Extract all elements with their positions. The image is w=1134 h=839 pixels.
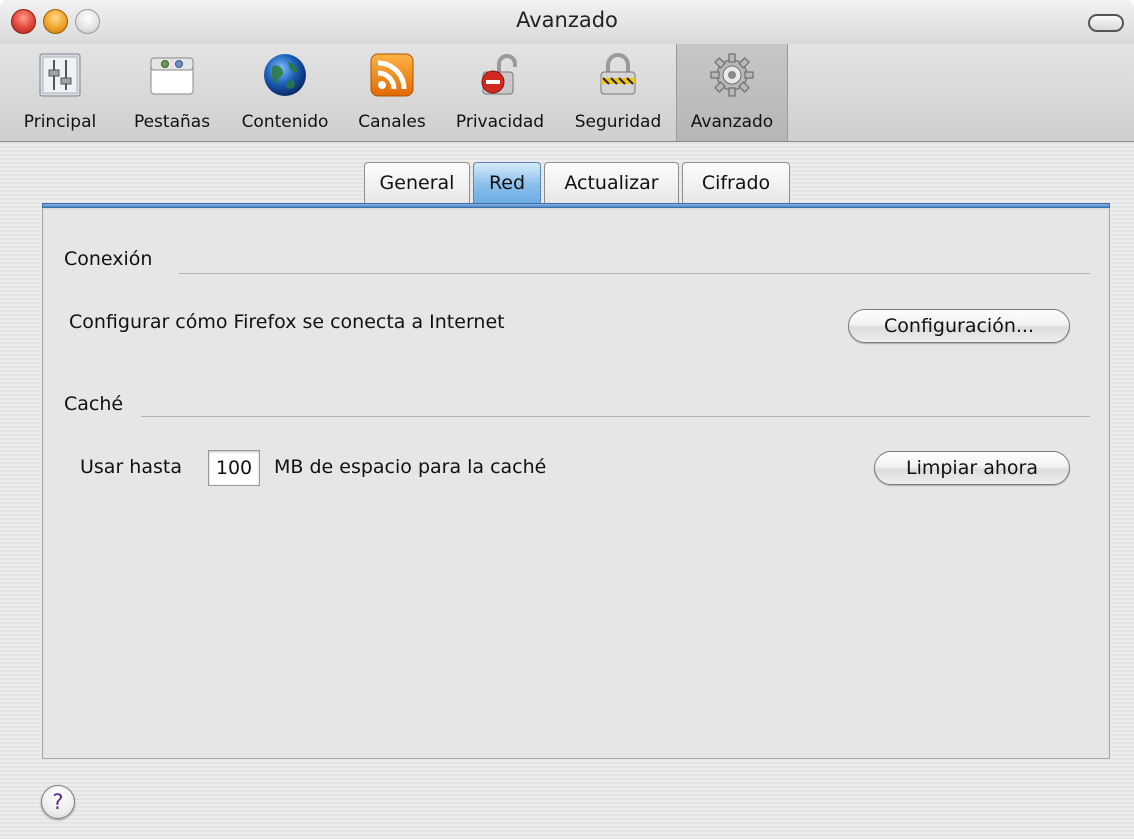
connection-description: Configurar cómo Firefox se conecta a Int… — [69, 311, 505, 333]
section-divider — [179, 273, 1090, 274]
globe-icon — [264, 54, 306, 96]
preferences-window: Avanzado Principal Pestañas Contenido Ca… — [0, 0, 1134, 839]
rss-feed-icon — [370, 53, 414, 97]
cache-size-input[interactable]: 100 — [208, 450, 260, 486]
locked-padlock-icon — [600, 53, 636, 95]
title-bar: Avanzado — [0, 0, 1134, 44]
sliders-icon — [39, 53, 81, 97]
toolbar-toggle-button[interactable] — [1088, 14, 1124, 32]
toolbar-item-canales[interactable]: Canales — [346, 44, 438, 141]
toolbar-item-label: Principal — [23, 112, 97, 132]
clear-cache-button[interactable]: Limpiar ahora — [874, 451, 1070, 485]
tab-cifrado[interactable]: Cifrado — [682, 162, 790, 204]
toolbar-item-seguridad[interactable]: Seguridad — [562, 44, 674, 141]
help-button[interactable]: ? — [41, 785, 75, 819]
toolbar-item-pestanas[interactable]: Pestañas — [120, 44, 224, 141]
cache-size-prefix: Usar hasta — [80, 456, 182, 478]
cache-size-suffix: MB de espacio para la caché — [274, 456, 547, 478]
tab-actualizar[interactable]: Actualizar — [544, 162, 679, 204]
toolbar-item-privacidad[interactable]: Privacidad — [438, 44, 562, 141]
toolbar-item-label: Canales — [358, 112, 426, 132]
window-title: Avanzado — [516, 8, 618, 32]
preferences-toolbar: Principal Pestañas Contenido Canales Pri… — [0, 44, 1134, 142]
toolbar-item-avanzado[interactable]: Avanzado — [676, 44, 788, 141]
tab-red[interactable]: Red — [473, 162, 541, 204]
connection-section-heading: Conexión — [64, 248, 153, 270]
toolbar-item-principal[interactable]: Principal — [0, 44, 120, 141]
toolbar-item-label: Avanzado — [690, 112, 774, 132]
toolbar-item-label: Privacidad — [455, 112, 545, 132]
toolbar-item-label: Seguridad — [574, 112, 662, 132]
unlocked-padlock-icon — [481, 54, 517, 95]
network-tab-panel: Conexión Configurar cómo Firefox se cone… — [42, 208, 1110, 759]
cache-section-heading: Caché — [64, 393, 124, 415]
tabs-window-icon — [150, 57, 194, 95]
section-divider — [141, 416, 1090, 417]
connection-settings-button[interactable]: Configuración... — [848, 309, 1070, 343]
toolbar-item-contenido[interactable]: Contenido — [224, 44, 346, 141]
gear-icon — [710, 53, 754, 97]
tab-general[interactable]: General — [364, 162, 470, 204]
toolbar-item-label: Contenido — [241, 112, 329, 132]
toolbar-item-label: Pestañas — [133, 112, 211, 132]
